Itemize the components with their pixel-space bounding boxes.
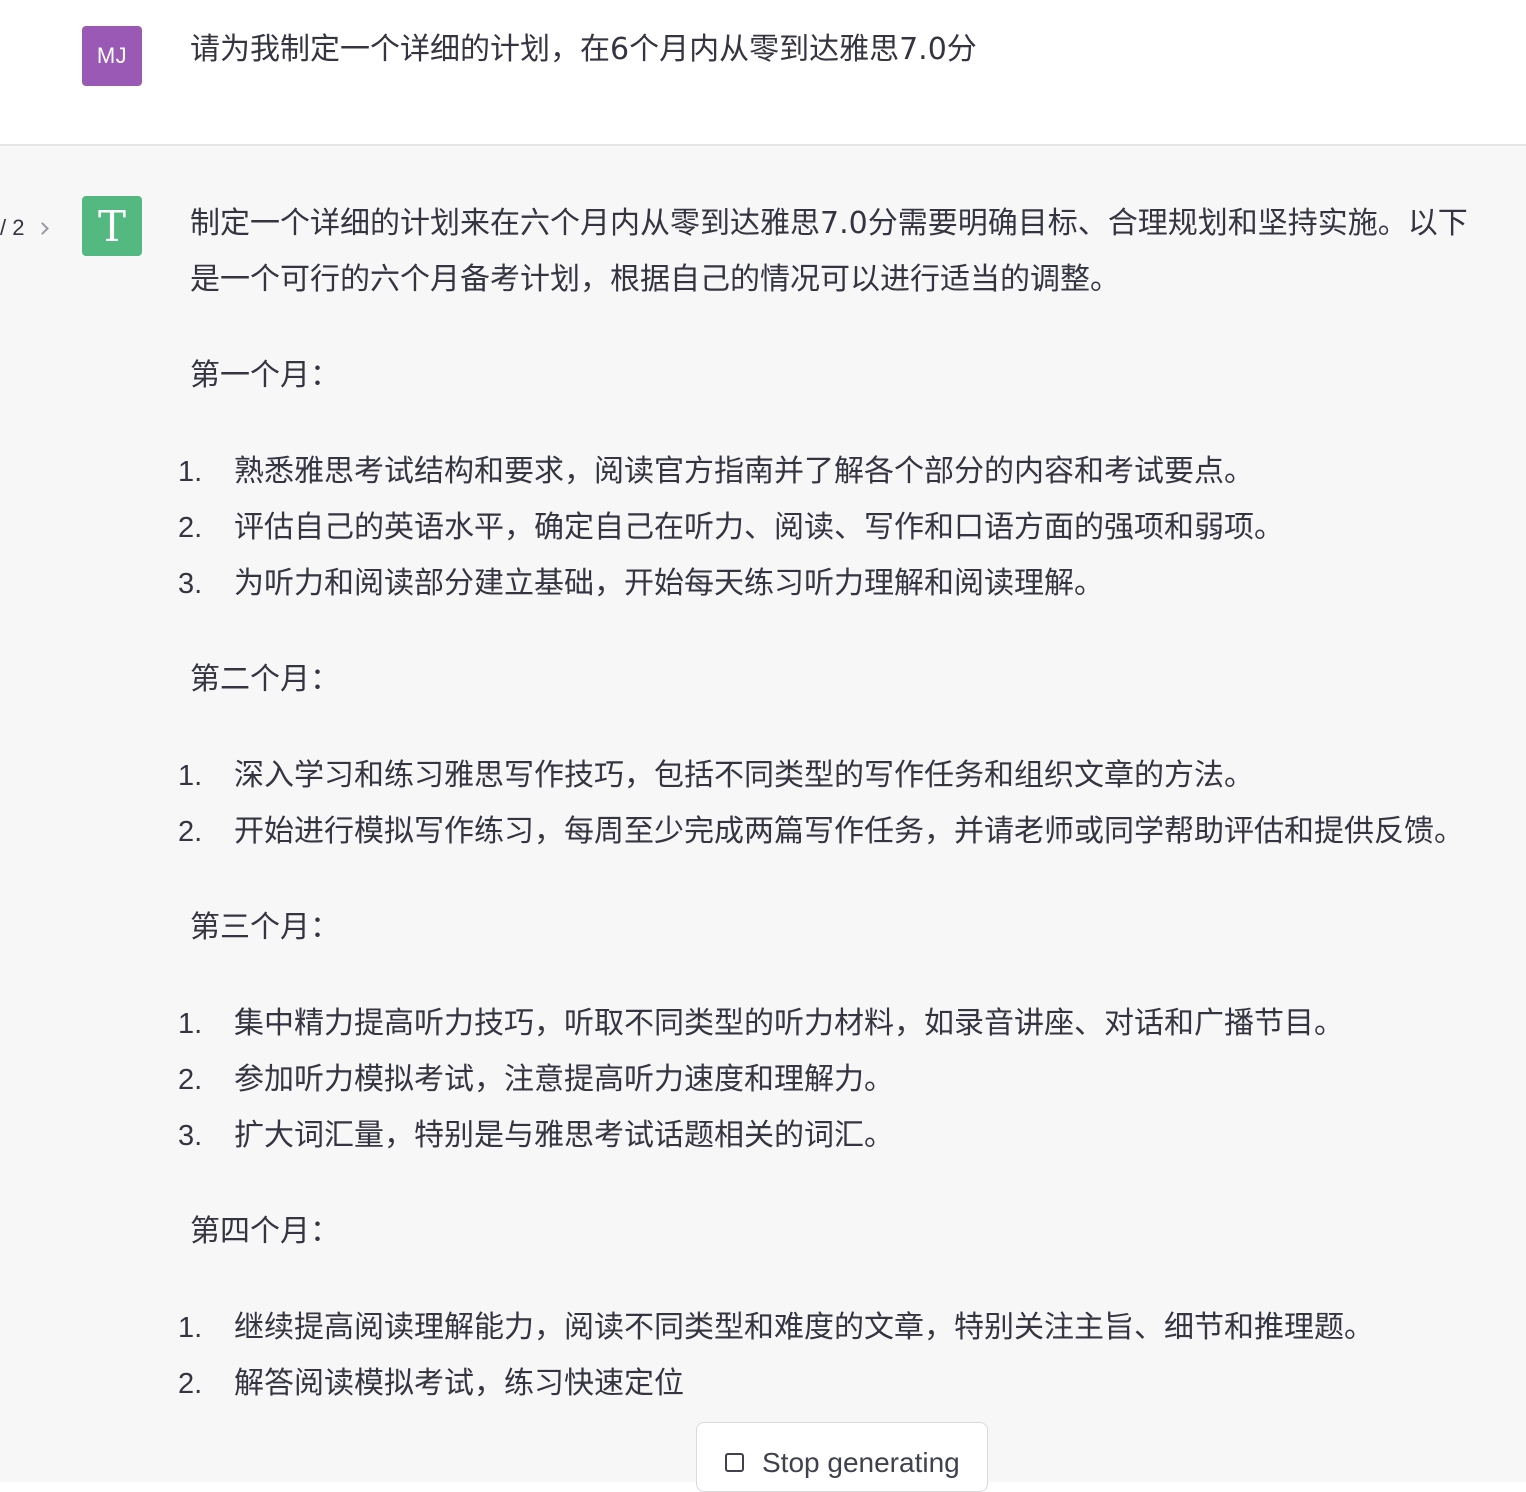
plan-list: 1. 集中精力提高听力技巧，听取不同类型的听力材料，如录音讲座、对话和广播节目。 … [178, 996, 1480, 1164]
section-title: 第一个月： [190, 358, 340, 393]
list-item: 3. 为听力和阅读部分建立基础，开始每天练习听力理解和阅读理解。 [178, 556, 1480, 612]
list-item: 1. 继续提高阅读理解能力，阅读不同类型和难度的文章，特别关注主旨、细节和推理题。 [178, 1300, 1480, 1356]
list-item: 2. 参加听力模拟考试，注意提高听力速度和理解力。 [178, 1052, 1480, 1108]
list-number: 2. [178, 512, 203, 544]
stop-square-icon [725, 1453, 744, 1472]
list-number: 3. [178, 1120, 203, 1152]
pager-count: / 2 [0, 215, 25, 240]
list-number: 3. [178, 568, 203, 600]
section-title: 第四个月： [190, 1214, 340, 1249]
list-item: 1. 集中精力提高听力技巧，听取不同类型的听力材料，如录音讲座、对话和广播节目。 [178, 996, 1480, 1052]
stop-generating-label: Stop generating [762, 1447, 960, 1478]
list-number: 2. [178, 816, 203, 848]
plan-list: 1. 继续提高阅读理解能力，阅读不同类型和难度的文章，特别关注主旨、细节和推理题。… [178, 1300, 1480, 1412]
intro-paragraph: 制定一个详细的计划来在六个月内从零到达雅思7.0分需要明确目标、合理规划和坚持实… [190, 206, 1468, 297]
assistant-message-content: 制定一个详细的计划来在六个月内从零到达雅思7.0分需要明确目标、合理规划和坚持实… [178, 196, 1480, 1452]
list-item: 3. 扩大词汇量，特别是与雅思考试话题相关的词汇。 [178, 1108, 1480, 1164]
section-title: 第二个月： [190, 662, 340, 697]
user-avatar: MJ [82, 26, 142, 86]
list-item-text: 为听力和阅读部分建立基础，开始每天练习听力理解和阅读理解。 [234, 566, 1104, 601]
list-number: 1. [178, 456, 203, 488]
list-item-text: 熟悉雅思考试结构和要求，阅读官方指南并了解各个部分的内容和考试要点。 [234, 454, 1254, 489]
list-number: 1. [178, 760, 203, 792]
list-item: 1. 熟悉雅思考试结构和要求，阅读官方指南并了解各个部分的内容和考试要点。 [178, 444, 1480, 500]
chevron-right-icon[interactable] [36, 221, 50, 235]
list-item: 2. 评估自己的英语水平，确定自己在听力、阅读、写作和口语方面的强项和弱项。 [178, 500, 1480, 556]
list-number: 1. [178, 1312, 203, 1344]
list-item-text: 参加听力模拟考试，注意提高听力速度和理解力。 [234, 1062, 894, 1097]
user-message-text: 请为我制定一个详细的计划，在6个月内从零到达雅思7.0分 [190, 32, 977, 67]
list-item: 2. 解答阅读模拟考试，练习快速定位 [178, 1356, 1480, 1412]
list-item-text: 深入学习和练习雅思写作技巧，包括不同类型的写作任务和组织文章的方法。 [234, 758, 1254, 793]
list-item-text: 评估自己的英语水平，确定自己在听力、阅读、写作和口语方面的强项和弱项。 [234, 510, 1284, 545]
list-number: 2. [178, 1064, 203, 1096]
list-number: 2. [178, 1368, 203, 1400]
assistant-avatar: T [82, 196, 142, 256]
user-message: MJ 请为我制定一个详细的计划，在6个月内从零到达雅思7.0分 [0, 0, 1526, 146]
list-number: 1. [178, 1008, 203, 1040]
list-item-text: 开始进行模拟写作练习，每周至少完成两篇写作任务，并请老师或同学帮助评估和提供反馈… [234, 814, 1464, 849]
list-item-text: 解答阅读模拟考试，练习快速定位 [234, 1366, 684, 1401]
response-pager[interactable]: / 2 [0, 212, 50, 244]
plan-list: 1. 深入学习和练习雅思写作技巧，包括不同类型的写作任务和组织文章的方法。 2. 开… [178, 748, 1480, 860]
list-item-text: 继续提高阅读理解能力，阅读不同类型和难度的文章，特别关注主旨、细节和推理题。 [234, 1310, 1374, 1345]
list-item: 2. 开始进行模拟写作练习，每周至少完成两篇写作任务，并请老师或同学帮助评估和提供… [178, 804, 1480, 860]
plan-list: 1. 熟悉雅思考试结构和要求，阅读官方指南并了解各个部分的内容和考试要点。 2. 评… [178, 444, 1480, 612]
list-item-text: 集中精力提高听力技巧，听取不同类型的听力材料，如录音讲座、对话和广播节目。 [234, 1006, 1344, 1041]
section-title: 第三个月： [190, 910, 340, 945]
list-item: 1. 深入学习和练习雅思写作技巧，包括不同类型的写作任务和组织文章的方法。 [178, 748, 1480, 804]
list-item-text: 扩大词汇量，特别是与雅思考试话题相关的词汇。 [234, 1118, 894, 1153]
